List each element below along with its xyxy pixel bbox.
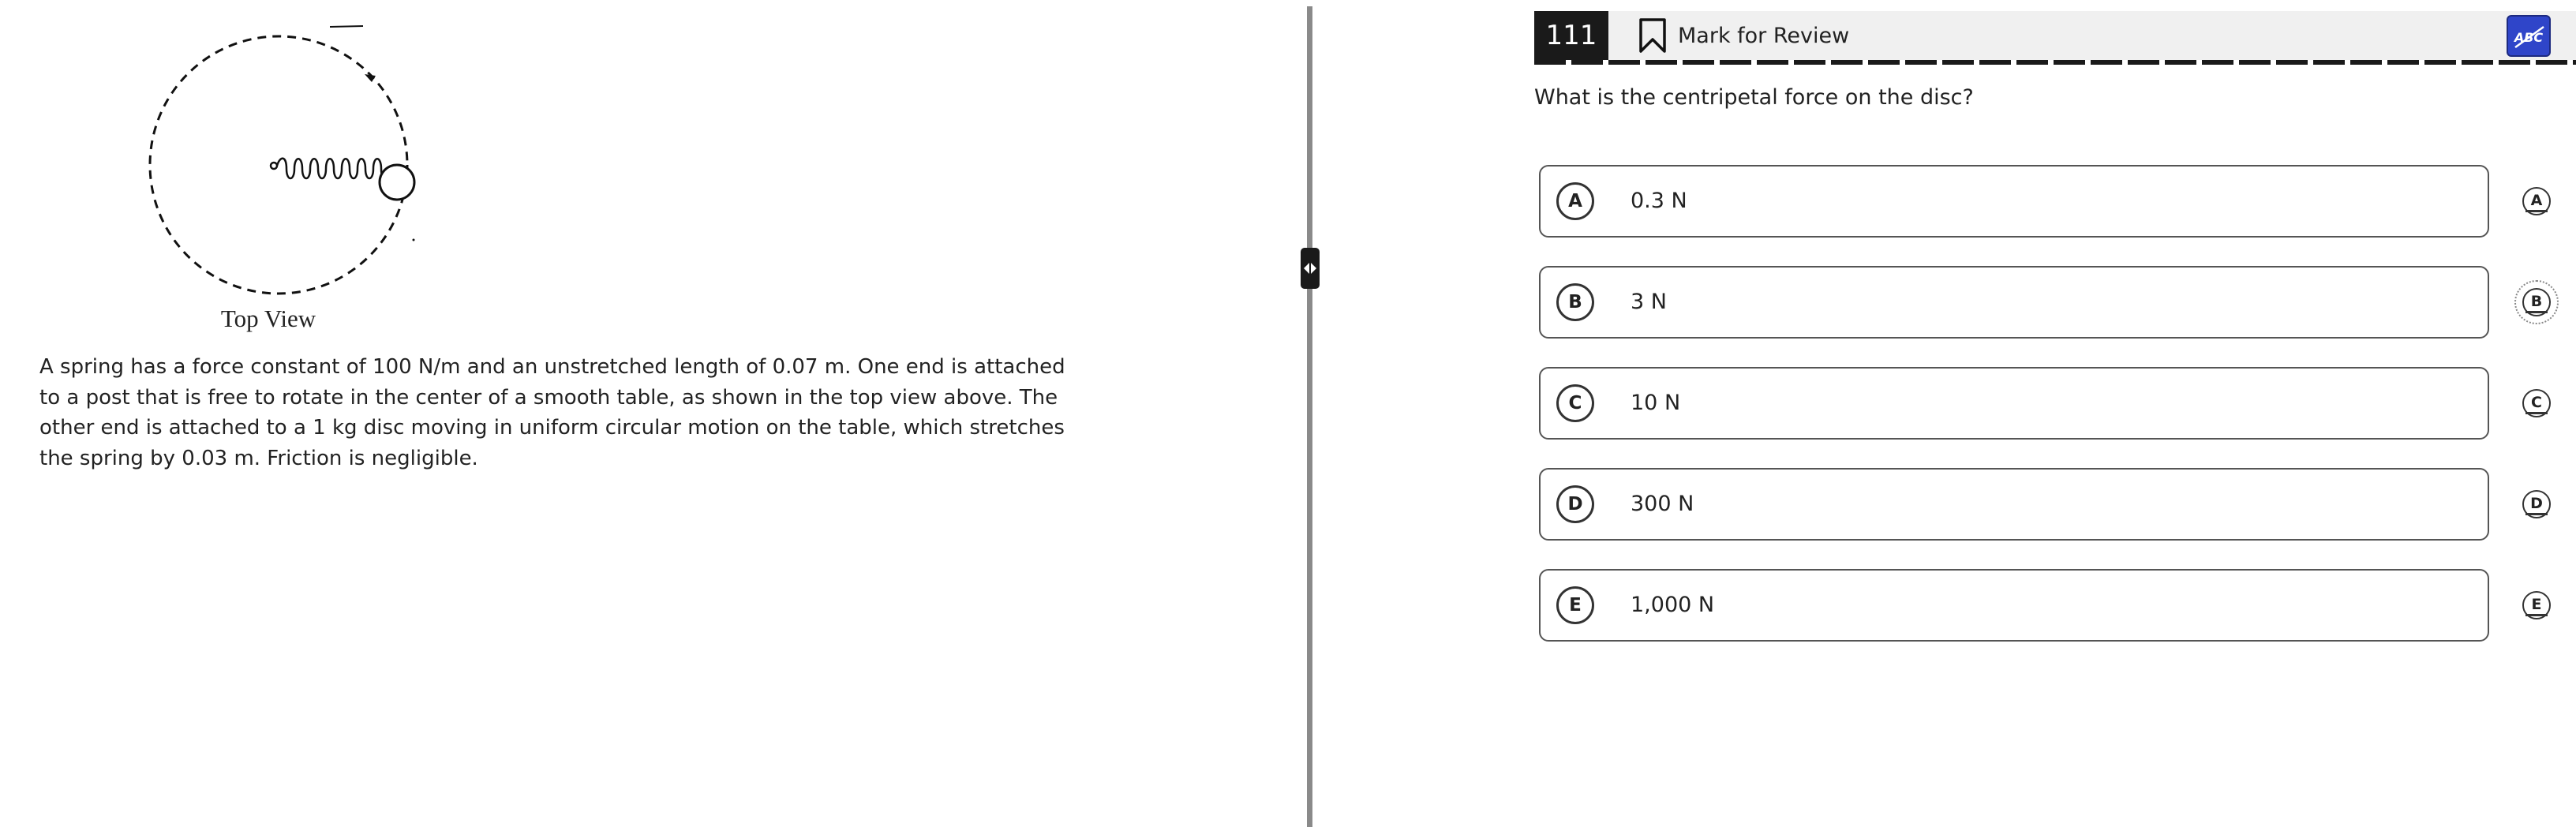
choice-text: 1,000 N <box>1631 593 1715 617</box>
direction-arrow <box>365 74 376 82</box>
spring-disc-diagram <box>126 11 458 342</box>
choice-letter: D <box>1556 485 1594 523</box>
resize-handle[interactable] <box>1301 248 1320 289</box>
header-separator <box>1534 60 2576 65</box>
answer-eliminator-toggle[interactable]: ABC <box>2507 15 2551 57</box>
resize-arrows-icon <box>1304 263 1316 274</box>
eliminate-choice-c-button[interactable]: C <box>2514 381 2559 425</box>
mark-for-review-label: Mark for Review <box>1678 23 1850 48</box>
eliminate-choice-e-button[interactable]: E <box>2514 583 2559 627</box>
eliminate-choice-b-button[interactable]: B <box>2514 280 2559 324</box>
strikethrough-d-icon: D <box>2522 490 2551 518</box>
disc <box>378 163 416 201</box>
question-prompt: What is the centripetal force on the dis… <box>1534 85 1974 110</box>
strikethrough-a-icon: A <box>2522 187 2551 215</box>
eliminate-choice-a-button[interactable]: A <box>2514 179 2559 223</box>
figure-caption: Top View <box>220 305 316 332</box>
eliminate-choice-d-button[interactable]: D <box>2514 482 2559 526</box>
strikethrough-c-icon: C <box>2522 389 2551 417</box>
pane-divider[interactable] <box>1307 6 1312 827</box>
choice-text: 3 N <box>1631 290 1667 314</box>
choice-letter: E <box>1556 586 1594 624</box>
choice-letter: A <box>1556 182 1594 220</box>
choice-text: 0.3 N <box>1631 189 1687 213</box>
choice-letter: B <box>1556 283 1594 321</box>
answer-choice-d[interactable]: D 300 N <box>1539 468 2489 541</box>
answer-eliminator-icon: ABC <box>2513 25 2544 48</box>
bookmark-icon <box>1639 18 1666 53</box>
answer-choice-a[interactable]: A 0.3 N <box>1539 165 2489 238</box>
center-post <box>269 161 279 170</box>
passage-text: A spring has a force constant of 100 N/m… <box>39 355 1065 470</box>
spring <box>275 157 392 180</box>
answer-choice-b[interactable]: B 3 N <box>1539 266 2489 339</box>
answer-choice-c[interactable]: C 10 N <box>1539 367 2489 440</box>
passage-pane: Top View A spring has a force constant o… <box>0 0 1309 827</box>
question-number: 111 <box>1534 11 1608 60</box>
strikethrough-e-icon: E <box>2522 591 2551 619</box>
mark-for-review-button[interactable]: Mark for Review <box>1638 17 1849 54</box>
choice-text: 10 N <box>1631 391 1681 415</box>
strikethrough-b-icon: B <box>2522 288 2551 316</box>
choice-text: 300 N <box>1631 492 1694 516</box>
choice-letter: C <box>1556 384 1594 422</box>
answer-choice-e[interactable]: E 1,000 N <box>1539 569 2489 642</box>
